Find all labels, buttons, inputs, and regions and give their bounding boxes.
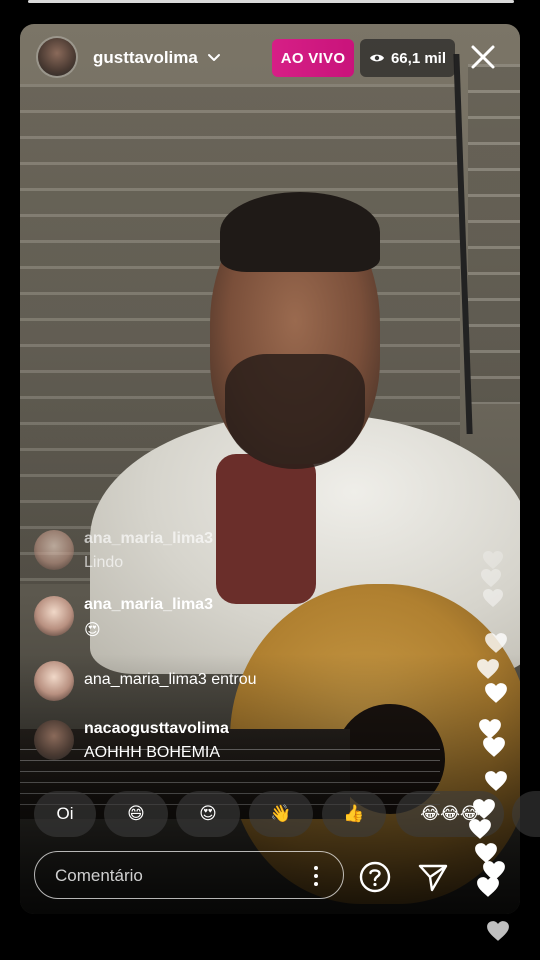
comment-text: Lindo (84, 554, 124, 571)
chevron-down-icon[interactable] (206, 50, 222, 66)
join-username[interactable]: ana_maria_lima3 (84, 671, 207, 688)
comment-item[interactable]: ana_maria_lima3 😍 (34, 596, 454, 646)
live-video (20, 24, 520, 914)
heart-icon (483, 551, 503, 569)
comment-item[interactable]: nacaogusttavolima AOHHH BOHEMIA (34, 720, 454, 770)
join-notice: ana_maria_lima3 entrou (34, 661, 454, 711)
viewer-count[interactable]: 66,1 mil (360, 39, 455, 77)
quick-reply-wave[interactable]: 👋 (249, 791, 313, 837)
comment-item[interactable]: ana_maria_lima3 Lindo (34, 530, 454, 580)
quick-reply-heart-eyes[interactable]: 😍 (176, 791, 240, 837)
heart-icon (485, 771, 507, 791)
comment-username[interactable]: nacaogusttavolima (84, 720, 229, 738)
quick-reply-label: 👍 (343, 804, 365, 823)
heart-icon (485, 633, 507, 653)
heart-icon (485, 683, 507, 703)
comment-text: AOHHH BOHEMIA (84, 744, 221, 761)
live-badge: AO VIVO (272, 39, 354, 77)
comment-avatar[interactable] (34, 530, 74, 570)
quick-reply-oi[interactable]: Oi (34, 791, 96, 837)
heart-icon (483, 589, 503, 607)
viewer-count-text: 66,1 mil (390, 49, 447, 67)
person-hair (220, 192, 380, 272)
heart-icon (481, 569, 501, 587)
send-icon[interactable] (416, 860, 450, 894)
join-label: entrou (211, 671, 257, 688)
quick-reply-label: 😍 (199, 804, 217, 823)
window-blinds-right (468, 64, 520, 404)
heart-icon (483, 737, 505, 757)
question-icon[interactable] (358, 860, 392, 894)
live-header: gusttavolima AO VIVO 66,1 mil (20, 24, 520, 94)
quick-reply-label: 👋 (270, 804, 292, 823)
comment-avatar[interactable] (34, 661, 74, 701)
quick-reply-laugh[interactable]: 😄 (104, 791, 168, 837)
host-username[interactable]: gusttavolima (93, 48, 198, 68)
heart-icon (469, 819, 491, 839)
quick-reply-thumbs-up[interactable]: 👍 (322, 791, 386, 837)
comment-username[interactable]: ana_maria_lima3 (84, 596, 213, 614)
person-neck (216, 454, 316, 604)
quick-reply-label: Oi (56, 804, 74, 823)
heart-icon (487, 921, 509, 941)
comment-username[interactable]: ana_maria_lima3 (84, 530, 213, 548)
heart-icon (477, 877, 499, 897)
live-label: AO VIVO (280, 49, 346, 67)
top-status-line (28, 0, 514, 3)
host-avatar[interactable] (38, 38, 76, 76)
comment-input[interactable]: Comentário (34, 851, 344, 899)
quick-reply-label: 😄 (127, 804, 145, 823)
close-icon[interactable] (468, 42, 498, 72)
comment-avatar[interactable] (34, 720, 74, 760)
heart-icon (473, 799, 495, 819)
person-beard (225, 354, 365, 469)
comment-placeholder: Comentário (55, 866, 143, 885)
eye-icon (369, 54, 384, 62)
comment-text: 😍 (84, 622, 101, 639)
comment-avatar[interactable] (34, 596, 74, 636)
more-vertical-icon[interactable] (313, 864, 319, 888)
join-text: ana_maria_lima3 entrou (84, 671, 257, 689)
heart-icon (477, 659, 499, 679)
